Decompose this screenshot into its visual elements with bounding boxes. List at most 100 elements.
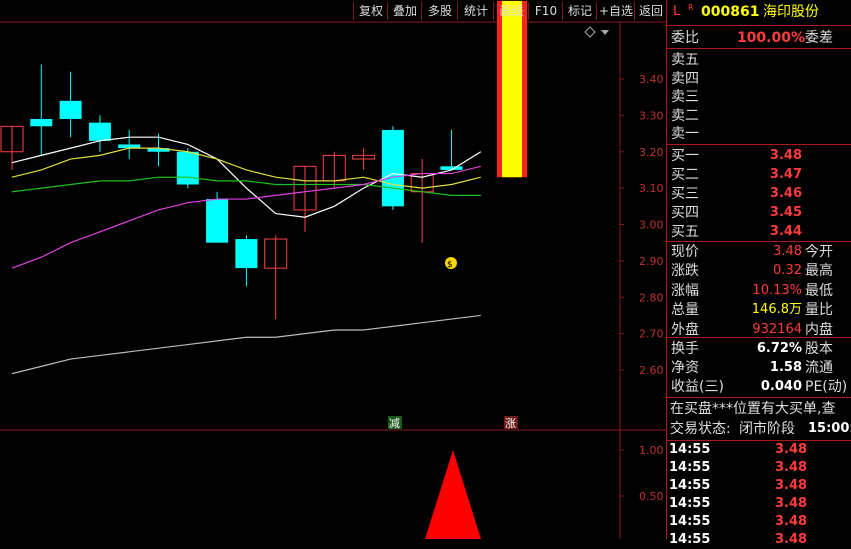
quote-label: 总量 — [671, 302, 699, 319]
bid-level-label: 买四 — [671, 205, 699, 221]
overlay-button[interactable]: 叠加 — [387, 2, 422, 20]
stat-value: 6.72% — [756, 341, 802, 356]
trade-tick-row: 14:55 3.48 — [667, 477, 851, 495]
candle-body — [30, 119, 53, 127]
trade-time: 14:55 — [669, 442, 711, 457]
quote-value: 3.48 — [773, 244, 802, 259]
l-icon[interactable]: L — [673, 3, 680, 21]
mark-button[interactable]: 标记 — [562, 2, 597, 20]
bid-level-row[interactable]: 买三 3.46 — [667, 185, 851, 203]
candle-body — [176, 151, 199, 185]
quote-row: 涨幅 10.13% 最低 — [667, 282, 851, 300]
quote-value: 10.13% — [752, 282, 802, 298]
order-ratio-row: 委比 100.00% 委差 — [667, 29, 851, 47]
trade-price: 3.48 — [775, 442, 808, 457]
bid-level-row[interactable]: 买二 3.47 — [667, 166, 851, 184]
quote-row: 总量 146.8万 量比 — [667, 301, 851, 319]
bid-level-price: 3.45 — [769, 205, 802, 220]
bid-level-row[interactable]: 买四 3.45 — [667, 204, 851, 222]
status-row: 交易状态: 闭市阶段 15:00: — [667, 420, 851, 438]
trade-time: 14:55 — [669, 514, 711, 529]
stat-label: 净资 — [671, 360, 699, 376]
bid-level-price: 3.46 — [769, 186, 802, 201]
price-tick-label: 2.70 — [639, 328, 664, 341]
trade-price: 3.48 — [775, 514, 808, 529]
kline-chart-area[interactable]: 3.40 3.30 3.20 3.10 3.00 2.90 2.80 2.70 2.60 $ 减 涨 1… — [0, 0, 666, 539]
reduce-marker: 减 — [389, 417, 400, 430]
stock-code: 000861 — [701, 4, 760, 20]
bid-level-price: 3.47 — [769, 167, 802, 182]
trade-price: 3.48 — [775, 496, 808, 511]
r-mark: R — [688, 3, 694, 12]
f10-button[interactable]: F10 — [528, 2, 563, 20]
price-tick-label: 3.40 — [639, 73, 664, 86]
signal-triangle — [425, 450, 481, 539]
quote-row: 涨跌 0.32 最高 — [667, 262, 851, 280]
back-button[interactable]: 返回 — [634, 2, 667, 20]
quote-right-label: 今开 — [805, 244, 833, 260]
order-ratio-label: 委比 — [671, 30, 699, 46]
notice-row[interactable]: 在买盘***位置有大买单,查 — [667, 400, 851, 418]
status-value: 闭市阶段 — [739, 421, 795, 437]
stat-right-label: 流通 — [805, 360, 833, 376]
ask-level-row[interactable]: 卖四 — [667, 70, 851, 88]
quote-row: 外盘 932164 内盘 — [667, 321, 851, 339]
trade-tick-row: 14:55 3.48 — [667, 495, 851, 513]
notice-text: 在买盘***位置有大买单,查 — [670, 401, 836, 417]
quote-label: 涨跌 — [671, 263, 699, 280]
money-bag-glyph: $ — [447, 260, 453, 270]
bid-level-label: 买三 — [671, 186, 699, 202]
candle-body — [59, 100, 82, 120]
candle-body — [206, 199, 229, 243]
statistics-button[interactable]: 统计 — [457, 2, 494, 20]
quote-label: 外盘 — [671, 321, 699, 338]
ask-level-label: 卖四 — [671, 70, 699, 87]
quote-panel: L R 000861 海印股份 委比 100.00% 委差 卖五卖四卖三 卖二 卖一… — [666, 0, 851, 547]
ma-gray-line — [11, 314, 481, 375]
quote-right-label: 内盘 — [805, 321, 833, 338]
price-tick-label: 2.80 — [639, 291, 664, 304]
kline-chart[interactable]: 3.40 3.30 3.20 3.10 3.00 2.90 2.80 2.70 2.60 $ 减 涨 1… — [0, 0, 666, 539]
order-diff-label: 委差 — [805, 30, 833, 46]
bid-level-price: 3.48 — [769, 148, 802, 163]
stock-header: L R 000861 海印股份 — [667, 3, 851, 23]
price-tick-label: 2.90 — [639, 255, 664, 268]
trade-price: 3.48 — [775, 478, 808, 493]
ask-level-row[interactable]: 卖三 — [667, 88, 851, 106]
bid-level-row[interactable]: 买五 3.44 — [667, 223, 851, 241]
trade-time: 14:55 — [669, 460, 711, 475]
draw-line-button[interactable]: 画线 — [493, 2, 529, 20]
multi-stock-button[interactable]: 多股 — [421, 2, 458, 20]
ma-yellow-line — [11, 147, 481, 189]
status-time: 15:00: — [808, 421, 851, 436]
trade-time: 14:55 — [669, 496, 711, 511]
quote-value: 0.32 — [773, 263, 802, 279]
quote-right-label: 最低 — [805, 282, 833, 299]
ask-level-label: 卖五 — [671, 52, 699, 68]
trade-time: 14:55 — [669, 532, 711, 547]
quote-row: 现价 3.48 今开 — [667, 243, 851, 261]
ask-level-label: 卖一 — [671, 126, 699, 143]
trade-time: 14:55 — [669, 478, 711, 493]
sub-tick-label: 0.50 — [639, 490, 664, 503]
ask-level-row[interactable]: 卖五 — [667, 51, 851, 69]
stat-right-label: PE(动) — [805, 379, 848, 395]
restore-rights-button[interactable]: 复权 — [353, 2, 388, 20]
ma-white-line — [11, 136, 482, 218]
limit-up-candle-core — [502, 0, 522, 178]
stat-row: 净资 1.58 流通 — [667, 359, 851, 377]
bid-level-label: 买二 — [671, 167, 699, 183]
bid-level-row[interactable]: 买一 3.48 — [667, 147, 851, 165]
stat-value: 1.58 — [769, 360, 802, 375]
ask-level-row[interactable]: 卖一 — [667, 125, 851, 143]
stat-row: 换手 6.72% 股本 — [667, 340, 851, 358]
trade-price: 3.48 — [775, 460, 808, 475]
quote-value: 146.8万 — [751, 302, 802, 318]
trade-tick-row: 14:55 3.48 — [667, 459, 851, 477]
add-favorite-button[interactable]: +自选 — [596, 2, 635, 20]
ask-level-label: 卖三 — [671, 89, 699, 106]
stat-value: 0.040 — [760, 379, 802, 394]
price-tick-label: 2.60 — [639, 364, 664, 377]
quote-right-label: 量比 — [805, 302, 833, 319]
ask-level-row[interactable]: 卖二 — [667, 107, 851, 125]
